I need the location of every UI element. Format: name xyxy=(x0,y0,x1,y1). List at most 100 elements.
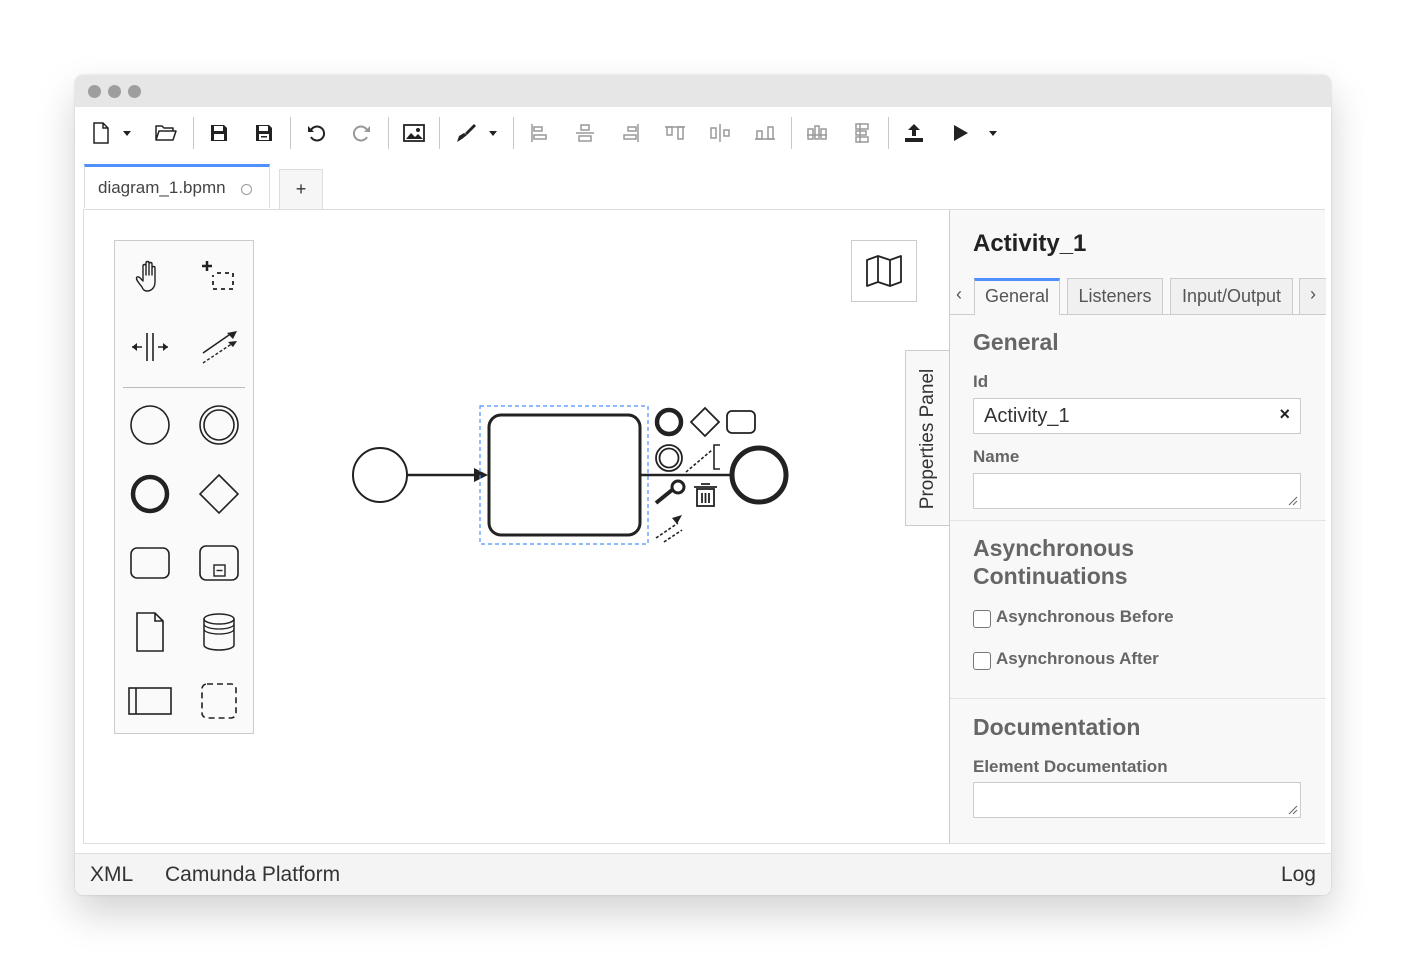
async-before-checkbox[interactable] xyxy=(973,610,991,628)
create-intermediate-event[interactable] xyxy=(195,401,243,449)
create-start-event[interactable] xyxy=(126,401,174,449)
window-minimize-button[interactable] xyxy=(108,85,121,98)
deploy-button[interactable] xyxy=(897,117,931,149)
color-picker-dropdown-caret[interactable] xyxy=(489,131,497,136)
align-top-button[interactable] xyxy=(658,117,692,149)
end-event[interactable] xyxy=(729,445,789,505)
tab-input-output[interactable]: Input/Output xyxy=(1170,278,1293,314)
add-tab-button[interactable]: + xyxy=(279,169,323,209)
gateway-icon xyxy=(198,473,240,515)
lasso-tool[interactable] xyxy=(195,253,243,301)
start-event[interactable] xyxy=(352,447,408,503)
create-pool[interactable] xyxy=(126,677,174,725)
space-tool[interactable] xyxy=(126,323,174,371)
align-middle-button[interactable] xyxy=(703,117,737,149)
panel-tabs: ‹ General Listeners Input/Output › xyxy=(950,274,1326,315)
distribute-horizontal-button[interactable] xyxy=(800,117,834,149)
map-icon xyxy=(866,255,902,287)
create-gateway[interactable] xyxy=(195,470,243,518)
task-icon xyxy=(130,547,170,579)
clear-id-icon[interactable]: × xyxy=(1279,404,1290,425)
start-event-icon xyxy=(130,405,170,445)
name-field[interactable] xyxy=(973,473,1301,509)
align-bottom-button[interactable] xyxy=(748,117,782,149)
log-toggle-button[interactable]: Log xyxy=(1281,863,1316,887)
save-button[interactable] xyxy=(202,117,236,149)
tab-diagram[interactable]: diagram_1.bpmn xyxy=(84,164,270,208)
append-task-icon[interactable] xyxy=(726,410,756,434)
execution-platform-button[interactable]: Camunda Platform xyxy=(165,863,340,887)
color-picker-button[interactable] xyxy=(449,117,483,149)
append-gateway-icon[interactable] xyxy=(689,406,721,438)
append-end-event-icon[interactable] xyxy=(654,407,684,437)
toolbar xyxy=(75,107,1331,159)
undo-button[interactable] xyxy=(300,117,334,149)
properties-panel: Activity_1 ‹ General Listeners Input/Out… xyxy=(949,210,1326,843)
subprocess-icon xyxy=(199,545,239,581)
start-instance-button[interactable] xyxy=(943,117,977,149)
align-middle-icon xyxy=(710,124,730,142)
documentation-label: Element Documentation xyxy=(973,757,1168,776)
tabs-scroll-left-icon[interactable]: ‹ xyxy=(956,284,962,305)
group-separator xyxy=(950,698,1326,699)
trash-icon[interactable] xyxy=(694,483,717,507)
hand-tool[interactable] xyxy=(126,253,174,301)
wrench-icon[interactable] xyxy=(654,488,674,505)
hand-icon xyxy=(135,260,156,292)
id-field[interactable]: Activity_1 × xyxy=(973,398,1301,434)
tab-listeners[interactable]: Listeners xyxy=(1067,278,1163,314)
data-object-icon xyxy=(136,612,164,652)
wrench-head xyxy=(670,479,686,495)
tabs-scroll-right-icon[interactable]: › xyxy=(1310,284,1316,305)
space-tool-icon xyxy=(132,333,168,361)
pool-icon xyxy=(128,687,172,715)
connect-icon[interactable] xyxy=(655,515,683,543)
async-heading-line2: Continuations xyxy=(973,563,1128,589)
create-data-store[interactable] xyxy=(195,608,243,656)
group-separator xyxy=(950,520,1326,521)
align-left-button[interactable] xyxy=(522,117,556,149)
data-store-icon xyxy=(203,613,235,651)
modeler-content: Properties Panel Activity_1 ‹ General Li… xyxy=(83,209,1326,844)
task-activity-1[interactable] xyxy=(487,413,642,537)
window-close-button[interactable] xyxy=(88,85,101,98)
append-text-annotation-icon[interactable] xyxy=(713,444,720,470)
resize-handle-icon[interactable] xyxy=(1288,496,1298,506)
create-data-object[interactable] xyxy=(126,608,174,656)
save-as-button[interactable] xyxy=(247,117,281,149)
intermediate-event-icon xyxy=(199,405,239,445)
create-task[interactable] xyxy=(126,539,174,587)
global-connect-tool[interactable] xyxy=(195,323,243,371)
properties-panel-toggle-label: Properties Panel xyxy=(917,368,938,510)
play-icon xyxy=(954,125,968,141)
bpmn-canvas[interactable] xyxy=(334,390,814,590)
documentation-field[interactable] xyxy=(973,782,1301,818)
group-icon xyxy=(201,683,237,719)
xml-view-button[interactable]: XML xyxy=(90,863,133,887)
redo-button[interactable] xyxy=(344,117,378,149)
distribute-vertical-button[interactable] xyxy=(845,117,879,149)
export-image-button[interactable] xyxy=(397,117,431,149)
align-right-button[interactable] xyxy=(614,117,648,149)
create-subprocess[interactable] xyxy=(195,539,243,587)
tab-general[interactable]: General xyxy=(974,278,1060,315)
create-end-event[interactable] xyxy=(126,470,174,518)
window-maximize-button[interactable] xyxy=(128,85,141,98)
redo-icon xyxy=(353,125,370,142)
open-file-button[interactable] xyxy=(149,117,183,149)
properties-panel-toggle[interactable]: Properties Panel xyxy=(905,350,949,526)
align-left-icon xyxy=(531,124,547,142)
minimap-toggle[interactable] xyxy=(851,240,917,302)
start-instance-dropdown-caret[interactable] xyxy=(989,131,997,136)
resize-handle-icon[interactable] xyxy=(1288,805,1298,815)
align-center-button[interactable] xyxy=(568,117,602,149)
name-label: Name xyxy=(973,447,1020,466)
id-value: Activity_1 xyxy=(984,405,1070,427)
async-after-checkbox[interactable] xyxy=(973,652,991,670)
group-async-heading: Asynchronous Continuations xyxy=(973,534,1134,590)
new-file-button[interactable] xyxy=(84,117,118,149)
id-label: Id xyxy=(973,372,989,391)
create-group[interactable] xyxy=(195,677,243,725)
new-file-dropdown-caret[interactable] xyxy=(123,131,131,136)
group-documentation-heading: Documentation xyxy=(973,714,1141,740)
